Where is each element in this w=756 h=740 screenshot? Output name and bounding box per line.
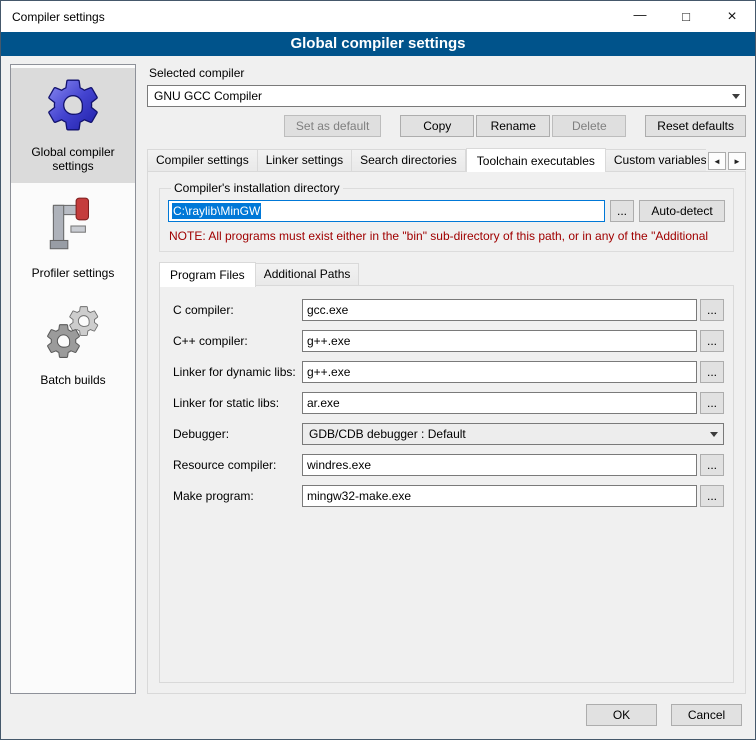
tab-compiler-settings[interactable]: Compiler settings xyxy=(147,149,258,172)
minimize-icon: — xyxy=(634,7,647,22)
static-linker-input[interactable] xyxy=(302,392,697,414)
settings-tabstrip: Compiler settings Linker settings Search… xyxy=(147,149,746,172)
page-title: Global compiler settings xyxy=(1,32,755,56)
rename-button[interactable]: Rename xyxy=(476,115,550,137)
dynamic-linker-input[interactable] xyxy=(302,361,697,383)
minimize-button[interactable]: — xyxy=(617,1,663,32)
browse-static-linker-button[interactable]: ... xyxy=(700,392,724,414)
selected-compiler-dropdown[interactable]: GNU GCC Compiler xyxy=(147,85,746,107)
compiler-settings-dialog: Compiler settings — □ × Global compiler … xyxy=(0,0,756,740)
sidebar-item-label: Global compiler settings xyxy=(13,145,133,173)
selected-compiler-value: GNU GCC Compiler xyxy=(154,89,262,103)
debugger-label: Debugger: xyxy=(173,427,302,441)
titlebar: Compiler settings — □ × xyxy=(1,1,755,32)
chevron-down-icon xyxy=(705,424,723,444)
close-icon: × xyxy=(727,8,736,26)
program-files-panel: C compiler: ... C++ compiler: ... Linker… xyxy=(159,285,734,683)
static-linker-label: Linker for static libs: xyxy=(173,396,302,410)
c-compiler-input[interactable] xyxy=(302,299,697,321)
close-button[interactable]: × xyxy=(709,1,755,32)
profiler-tool-icon xyxy=(42,195,104,257)
installation-directory-group: Compiler's installation directory C:\ray… xyxy=(159,181,734,252)
blue-gear-icon xyxy=(42,74,104,136)
maximize-icon: □ xyxy=(682,9,690,24)
installation-directory-value: C:\raylib\MinGW xyxy=(172,203,261,219)
program-files-tabstrip: Program Files Additional Paths xyxy=(159,264,735,286)
delete-button[interactable]: Delete xyxy=(552,115,626,137)
tab-toolchain-executables[interactable]: Toolchain executables xyxy=(466,148,606,172)
form-row-make-program: Make program: ... xyxy=(173,485,724,507)
form-row-debugger: Debugger: GDB/CDB debugger : Default xyxy=(173,423,724,445)
tab-scroll-left-button[interactable]: ◄ xyxy=(708,152,726,170)
installation-directory-group-title: Compiler's installation directory xyxy=(171,181,343,195)
debugger-dropdown[interactable]: GDB/CDB debugger : Default xyxy=(302,423,724,445)
copy-button[interactable]: Copy xyxy=(400,115,474,137)
toolchain-executables-panel: Compiler's installation directory C:\ray… xyxy=(147,171,746,694)
sidebar-item-label: Profiler settings xyxy=(32,266,115,280)
cpp-compiler-label: C++ compiler: xyxy=(173,334,302,348)
make-program-input[interactable] xyxy=(302,485,697,507)
form-row-dynamic-linker: Linker for dynamic libs: ... xyxy=(173,361,724,383)
c-compiler-label: C compiler: xyxy=(173,303,302,317)
selected-compiler-label: Selected compiler xyxy=(149,66,746,80)
set-as-default-button[interactable]: Set as default xyxy=(284,115,381,137)
sidebar-item-batch-builds[interactable]: Batch builds xyxy=(11,296,135,397)
browse-c-compiler-button[interactable]: ... xyxy=(700,299,724,321)
arrow-left-icon: ◄ xyxy=(713,157,721,166)
tab-custom-variables[interactable]: Custom variables xyxy=(606,149,706,172)
tab-linker-settings[interactable]: Linker settings xyxy=(258,149,352,172)
maximize-button[interactable]: □ xyxy=(663,1,709,32)
form-row-resource-compiler: Resource compiler: ... xyxy=(173,454,724,476)
form-row-c-compiler: C compiler: ... xyxy=(173,299,724,321)
auto-detect-button[interactable]: Auto-detect xyxy=(639,200,725,222)
tab-search-directories[interactable]: Search directories xyxy=(352,149,466,172)
dynamic-linker-label: Linker for dynamic libs: xyxy=(173,365,302,379)
window-title: Compiler settings xyxy=(1,10,617,24)
dialog-footer: OK Cancel xyxy=(1,699,755,739)
resource-compiler-label: Resource compiler: xyxy=(173,458,302,472)
sidebar-item-profiler-settings[interactable]: Profiler settings xyxy=(11,189,135,290)
settings-category-sidebar: Global compiler settings Profiler settin… xyxy=(10,64,136,694)
debugger-value: GDB/CDB debugger : Default xyxy=(309,427,466,441)
tab-program-files[interactable]: Program Files xyxy=(159,262,256,287)
browse-dynamic-linker-button[interactable]: ... xyxy=(700,361,724,383)
form-row-static-linker: Linker for static libs: ... xyxy=(173,392,724,414)
browse-cpp-compiler-button[interactable]: ... xyxy=(700,330,724,352)
sidebar-item-global-compiler-settings[interactable]: Global compiler settings xyxy=(11,68,135,183)
cpp-compiler-input[interactable] xyxy=(302,330,697,352)
reset-defaults-button[interactable]: Reset defaults xyxy=(645,115,746,137)
chevron-down-icon xyxy=(727,86,745,106)
cancel-button[interactable]: Cancel xyxy=(671,704,742,726)
arrow-right-icon: ► xyxy=(733,157,741,166)
tab-scroll-right-button[interactable]: ► xyxy=(728,152,746,170)
tab-additional-paths[interactable]: Additional Paths xyxy=(256,263,360,286)
browse-make-program-button[interactable]: ... xyxy=(700,485,724,507)
browse-resource-compiler-button[interactable]: ... xyxy=(700,454,724,476)
bin-subdirectory-note: NOTE: All programs must exist either in … xyxy=(169,229,724,243)
form-row-cpp-compiler: C++ compiler: ... xyxy=(173,330,724,352)
sidebar-item-label: Batch builds xyxy=(40,373,105,387)
resource-compiler-input[interactable] xyxy=(302,454,697,476)
gray-gears-icon xyxy=(42,302,104,364)
make-program-label: Make program: xyxy=(173,489,302,503)
installation-directory-input[interactable]: C:\raylib\MinGW xyxy=(168,200,605,222)
ok-button[interactable]: OK xyxy=(586,704,657,726)
compiler-actions: Set as default Copy Rename Delete Reset … xyxy=(147,115,746,137)
browse-directory-button[interactable]: ... xyxy=(610,200,634,222)
